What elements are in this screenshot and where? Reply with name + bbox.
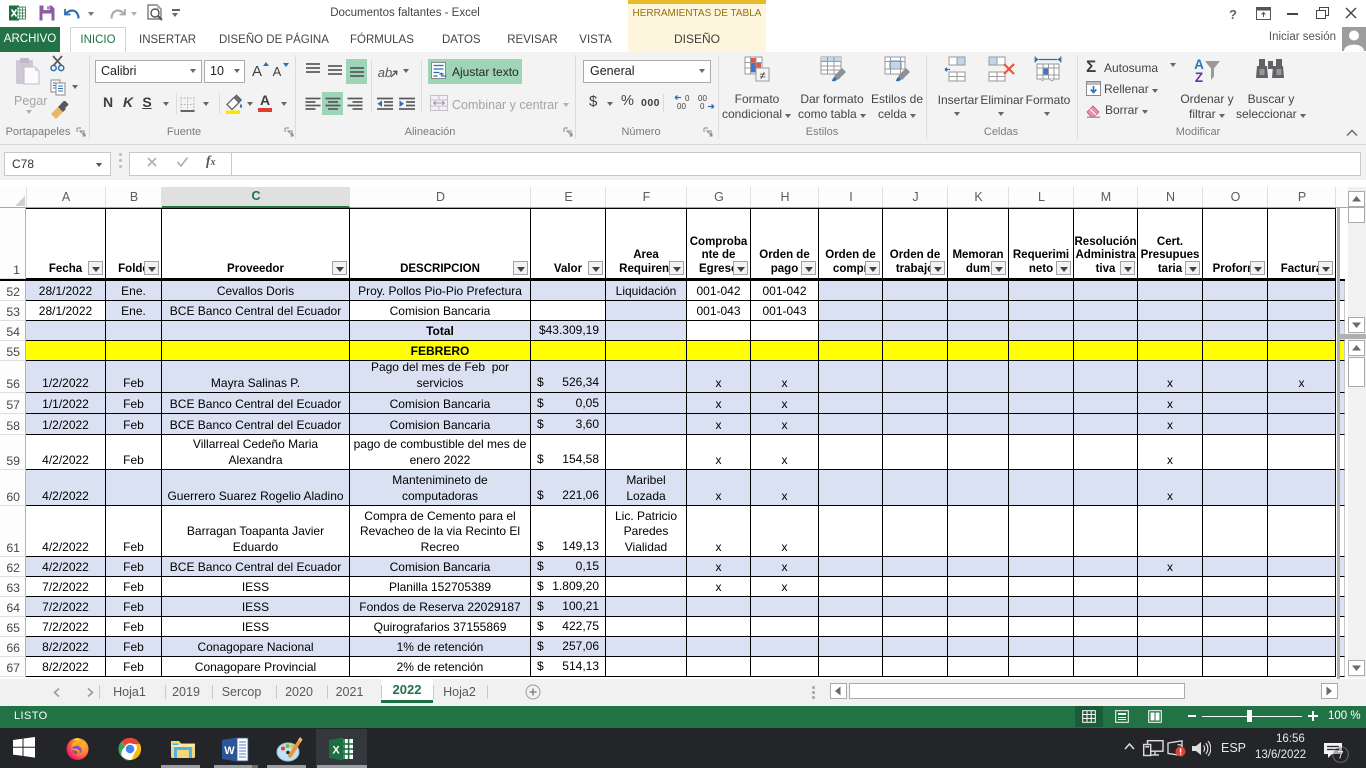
svg-text:≠: ≠ bbox=[759, 70, 765, 82]
svg-text:?: ? bbox=[1229, 8, 1237, 20]
svg-text:00: 00 bbox=[677, 102, 686, 111]
svg-text:W: W bbox=[224, 745, 235, 757]
svg-text:X: X bbox=[332, 745, 340, 757]
svg-text:Z: Z bbox=[1195, 70, 1203, 83]
svg-text:ab: ab bbox=[378, 65, 392, 80]
svg-text:A: A bbox=[273, 64, 282, 79]
svg-text:A: A bbox=[252, 63, 262, 80]
svg-text:0: 0 bbox=[700, 102, 705, 111]
svg-text:7: 7 bbox=[1337, 750, 1343, 762]
